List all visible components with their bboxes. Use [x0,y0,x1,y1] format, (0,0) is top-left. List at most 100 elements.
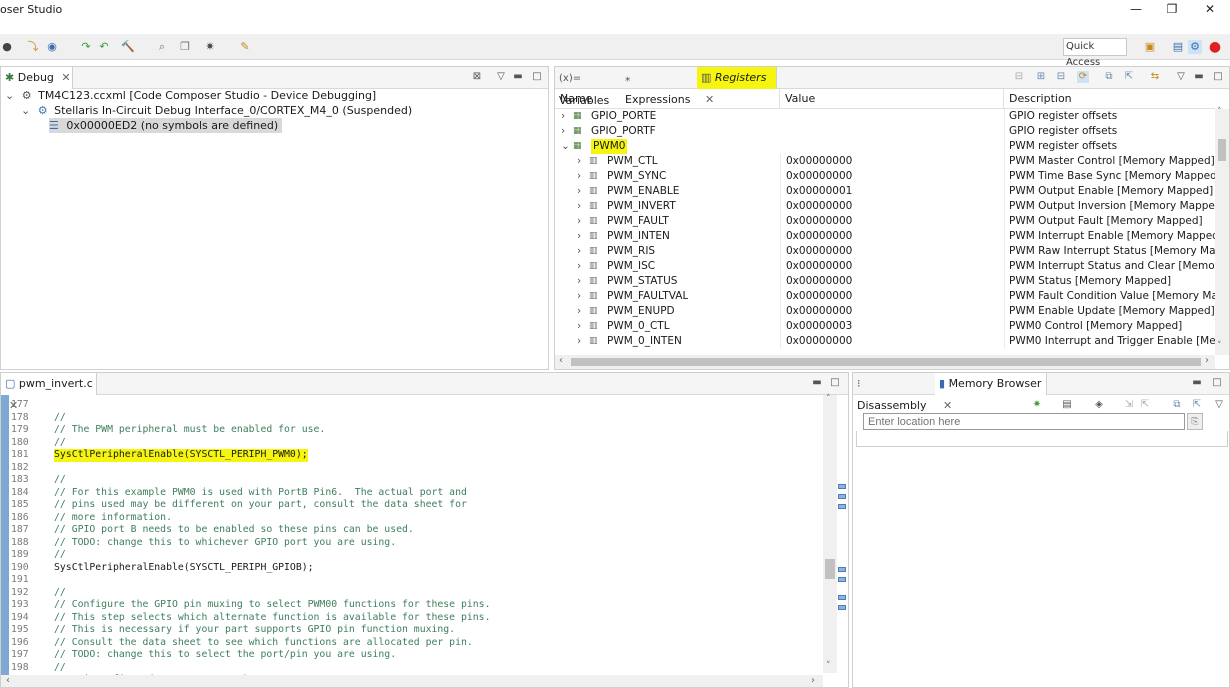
maximize-view-icon[interactable]: □ [829,377,841,389]
code-line[interactable]: 192 // [1,587,821,600]
maximize-view-icon[interactable]: □ [531,71,543,83]
code-line[interactable]: 185 // pins used may be different on your… [1,499,821,512]
sync-icon[interactable]: ⇆ [1149,71,1161,83]
close-icon[interactable]: ✕ [61,71,70,84]
gear-icon[interactable]: ✷ [203,40,217,54]
minimize-view-icon[interactable]: ▬ [1193,71,1205,83]
perspective-icon[interactable]: ▤ [1171,40,1185,54]
scroll-up-icon[interactable]: ˄ [826,394,831,404]
annotation-marker[interactable] [838,494,846,499]
register-row[interactable]: › ▥ PWM_0_CTL 0x00000003 PWM0 Control [Memor… [555,319,1215,334]
register-row[interactable]: › ▥ PWM_INTEN 0x00000000 PWM Interrupt Enabl… [555,229,1216,244]
register-value[interactable]: 0x00000000 [780,289,1004,304]
code-line[interactable]: 179 // The PWM peripheral must be enabled… [1,424,821,437]
tree-row-target[interactable]: ⌄ ⚙ Stellaris In-Circuit Debug Interface… [21,103,412,118]
registers-hscroll[interactable]: ‹ › [555,355,1215,369]
register-row[interactable]: › ▥ PWM_ENABLE 0x00000001 PWM Output Enable … [555,184,1215,199]
annotation-marker[interactable] [838,577,846,582]
hammer-icon[interactable]: 🔨 [121,40,135,54]
chevron-down-icon[interactable]: ⌄ [5,89,14,102]
quick-access-field[interactable]: Quick Access [1063,38,1127,68]
register-row[interactable]: › ▥ PWM_CTL 0x00000000 PWM Master Control [M… [555,154,1215,169]
refresh-memory-icon[interactable]: ✷ [1031,399,1043,411]
pin-icon[interactable]: ⇱ [1123,71,1135,83]
external-tool-icon[interactable]: ✎ [238,40,252,54]
scroll-left-icon[interactable]: ‹ [6,675,10,686]
code-line[interactable]: 177 [1,399,821,412]
scroll-down-icon[interactable]: ˅ [1217,341,1222,351]
code-line[interactable]: 181 SysCtlPeripheralEnable(SYSCTL_PERIPH_… [1,449,821,462]
collapse-icon[interactable]: ⊠ [471,71,483,83]
chevron-right-icon[interactable]: › [577,184,581,199]
scroll-up-icon[interactable]: ˄ [1217,107,1222,117]
tree-row-ccxml[interactable]: ⌄ ⚙ TM4C123.ccxml [Code Composer Studio … [5,88,376,103]
minimize-view-icon[interactable]: ▬ [811,377,823,389]
maximize-view-icon[interactable]: □ [1211,377,1223,389]
close-button[interactable]: ✕ [1190,0,1230,20]
code-line[interactable]: 188 // TODO: change this to whichever GPI… [1,537,821,550]
tab-debug[interactable]: ✱ Debug ✕ [1,67,73,89]
register-value[interactable]: 0x00000000 [780,259,1004,274]
code-line[interactable]: 187 // GPIO port B needs to be enabled so… [1,524,821,537]
minimize-button[interactable]: — [1116,0,1156,20]
chevron-right-icon[interactable]: › [577,214,581,229]
maximize-button[interactable]: ❐ [1152,0,1192,20]
register-row[interactable]: › ▥ PWM_FAULTVAL 0x00000000 PWM Fault Condit… [555,289,1216,304]
remove-group-icon[interactable]: ⊟ [1055,71,1067,83]
chevron-right-icon[interactable]: › [577,154,581,169]
code-line[interactable]: 198 // [1,662,821,675]
close-icon[interactable]: ✕ [943,399,952,412]
view-menu-icon[interactable]: ▽ [1175,71,1187,83]
scroll-thumb[interactable] [571,358,1201,366]
new-window-icon[interactable]: ⧉ [1103,71,1115,83]
step-into-icon[interactable]: ⤵ [26,40,40,54]
annotation-marker[interactable] [838,484,846,489]
editor-hscroll[interactable]: ‹ › [1,675,823,687]
code-line[interactable]: 180 // [1,437,821,450]
register-row[interactable]: › ▥ PWM_SYNC 0x00000000 PWM Time Base Sync [… [555,169,1216,184]
register-value[interactable]: 0x00000000 [780,154,1004,169]
register-value[interactable]: 0x00000003 [780,319,1004,334]
collapse-all-icon[interactable]: ⊟ [1013,71,1025,83]
export-icon[interactable]: ⇱ [1139,399,1151,411]
register-value[interactable]: 0x00000000 [780,214,1004,229]
view-menu-icon[interactable]: ▽ [495,71,507,83]
editor-vscroll[interactable]: ˄ ˅ [823,394,837,673]
register-value[interactable]: 0x00000000 [780,244,1004,259]
register-value[interactable]: 0x00000000 [780,334,1004,349]
chevron-down-icon[interactable]: ⌄ [21,104,30,117]
code-line[interactable]: 178 // [1,412,821,425]
chevron-right-icon[interactable]: › [577,199,581,214]
code-line[interactable]: 186 // more information. [1,512,821,525]
import-icon[interactable]: ⇲ [1123,399,1135,411]
code-line[interactable]: 197 // TODO: change this to select the po… [1,649,821,662]
register-row[interactable]: ⌄ ▦ PWM0 PWM register offsets [555,139,1215,154]
code-line[interactable]: 184 // For this example PWM0 is used with… [1,487,821,500]
tab-variables[interactable]: (x)= Variables [555,67,619,107]
register-value[interactable]: 0x00000000 [780,229,1004,244]
register-row[interactable]: › ▦ GPIO_PORTF GPIO register offsets [555,124,1215,139]
code-line[interactable]: 194 // This step selects which alternate … [1,612,821,625]
register-row[interactable]: › ▥ PWM_STATUS 0x00000000 PWM Status [Memory… [555,274,1215,289]
restore-icon[interactable]: ❐ [178,40,192,54]
chevron-right-icon[interactable]: › [561,124,565,139]
link-icon[interactable]: ◈ [1093,399,1105,411]
step-over-icon[interactable]: ↷ [79,40,93,54]
pin-icon[interactable]: ⇱ [1191,399,1203,411]
debug-perspective-icon[interactable]: ⚙ [1188,40,1202,54]
chevron-right-icon[interactable]: › [577,169,581,184]
register-row[interactable]: › ▥ PWM_ENUPD 0x00000000 PWM Enable Update [… [555,304,1215,319]
code-line[interactable]: 182 [1,462,821,475]
code-line[interactable]: 190 SysCtlPeripheralEnable(SYSCTL_PERIPH_… [1,562,821,575]
code-line[interactable]: 196 // Consult the data sheet to see whic… [1,637,821,650]
annotation-marker[interactable] [838,605,846,610]
debug-icon[interactable]: ◉ [45,40,59,54]
chevron-right-icon[interactable]: › [577,274,581,289]
code-area[interactable]: 177 178 // 179 // The PWM peripheral must be… [1,399,821,685]
code-line[interactable]: 191 [1,574,821,587]
column-value[interactable]: Value [780,89,1004,109]
tab-expressions[interactable]: ⁎ Expressions [621,67,693,106]
chevron-right-icon[interactable]: › [577,289,581,304]
scroll-right-icon[interactable]: › [1205,355,1209,366]
add-group-icon[interactable]: ⊞ [1035,71,1047,83]
